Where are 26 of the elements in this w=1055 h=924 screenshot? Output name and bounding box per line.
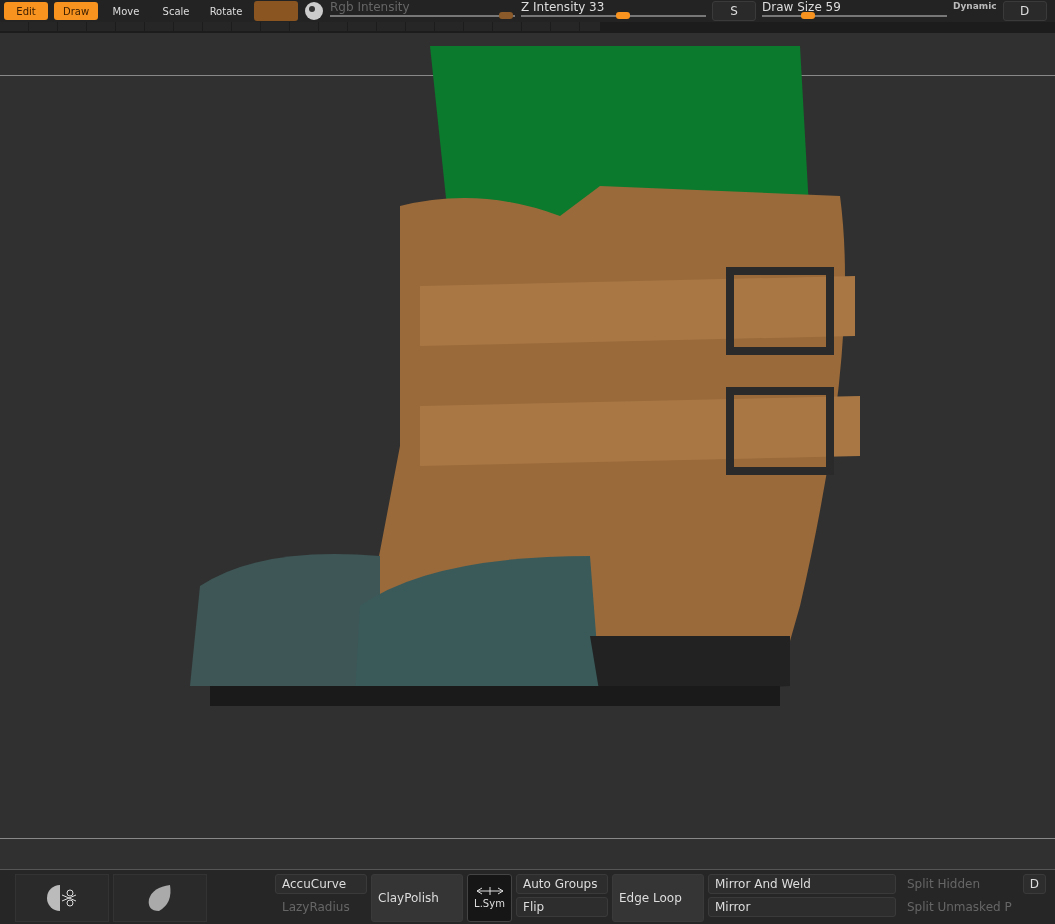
color-swatch[interactable]	[254, 1, 298, 21]
panel-button[interactable]: Edge Loop	[612, 874, 704, 922]
tool-button[interactable]: Scale	[154, 2, 198, 20]
material-sphere-icon[interactable]	[304, 1, 324, 21]
panel-button[interactable]: Mirror	[708, 897, 896, 917]
tool-button[interactable]: Move	[104, 2, 148, 20]
panel-button[interactable]: Flip	[516, 897, 608, 917]
dynamic-label[interactable]: Dynamic	[953, 0, 997, 14]
panel-button[interactable]: ClayPolish	[371, 874, 463, 922]
scissors-brush-icon[interactable]	[46, 883, 78, 913]
panel-button[interactable]: Auto Groups	[516, 874, 608, 894]
slider-label: Rgb Intensity	[330, 1, 411, 13]
tool-button[interactable]: Rotate	[204, 2, 248, 20]
double-arrow-icon	[474, 885, 505, 896]
slider-thumb[interactable]	[615, 12, 630, 19]
symmetry-button[interactable]: L.Sym	[467, 874, 512, 922]
slider-label: Draw Size 59	[762, 1, 842, 13]
alpha-button[interactable]: D	[1002, 1, 1047, 21]
stroke-button[interactable]: S	[712, 1, 756, 21]
tool-button[interactable]: Draw	[54, 2, 98, 20]
panel-button[interactable]: Mirror And Weld	[708, 874, 896, 894]
slider-thumb[interactable]	[801, 12, 816, 19]
slider-label: Z Intensity 33	[521, 1, 606, 13]
panel-button[interactable]: AccuCurve	[275, 874, 367, 894]
panel-button[interactable]: D	[1022, 874, 1046, 894]
tool-button[interactable]: Edit	[4, 2, 48, 20]
